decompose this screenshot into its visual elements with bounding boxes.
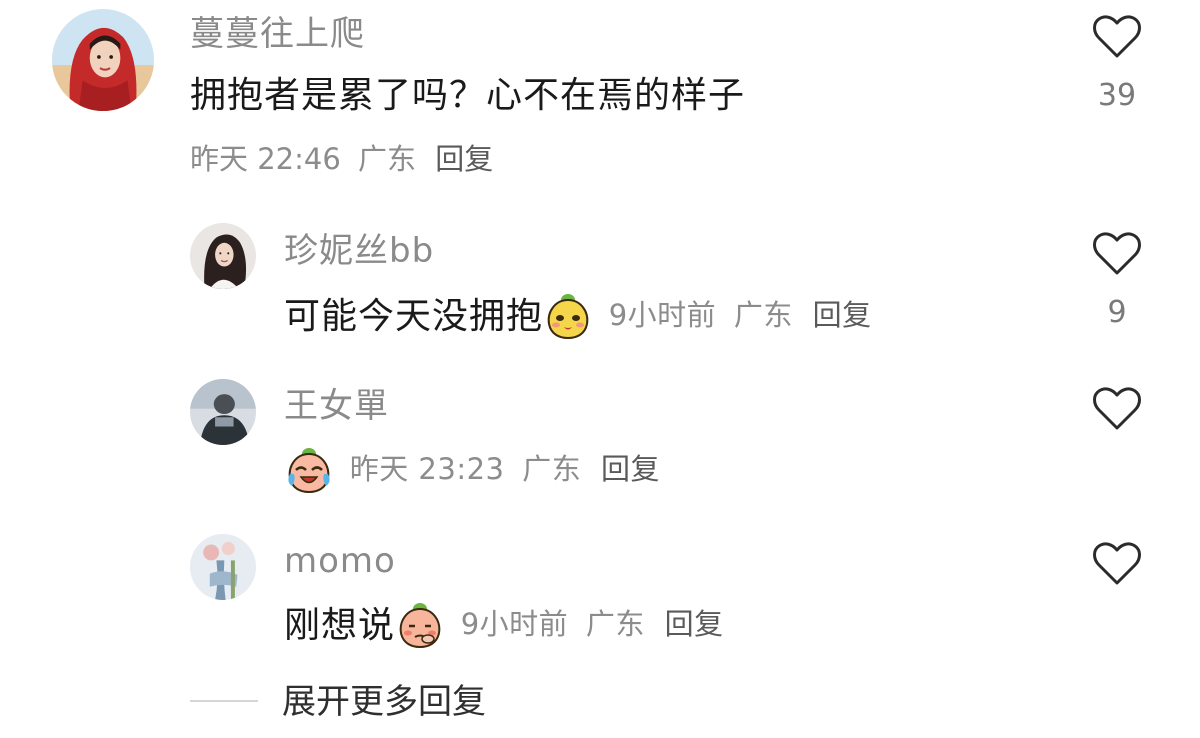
- heart-outline-icon: [1093, 232, 1141, 275]
- reply-button[interactable]: 回复: [665, 607, 724, 641]
- comment-username[interactable]: 蔓蔓往上爬: [190, 14, 365, 54]
- flowers-avatar-icon: [190, 534, 256, 600]
- woman-red-scarf-avatar-icon: [52, 9, 154, 111]
- reply-button[interactable]: 回复: [435, 142, 493, 176]
- peach-shy-emoji-icon: [395, 599, 445, 649]
- like-button[interactable]: [1092, 541, 1142, 587]
- reply-meta: 9小时前 广东 回复: [451, 607, 724, 641]
- woman-dark-hair-avatar-icon: [190, 223, 256, 289]
- like-button[interactable]: [1092, 231, 1142, 277]
- heart-outline-icon: [1093, 387, 1141, 430]
- avatar[interactable]: [190, 223, 256, 289]
- reply-time: 昨天 23:23: [349, 452, 505, 486]
- comment-thread: 蔓蔓往上爬 拥抱者是累了吗？心不在焉的样子 昨天 22:46 广东 回复 39 …: [0, 0, 1200, 738]
- comment-location: 广东: [358, 142, 417, 176]
- reply-text-row: 昨天 23:23 广东 回复: [284, 444, 660, 494]
- reply-username[interactable]: 珍妮丝bb: [284, 231, 434, 271]
- comment-time: 昨天 22:46: [190, 142, 341, 176]
- avatar[interactable]: [190, 534, 256, 600]
- reply-time: 9小时前: [608, 298, 717, 332]
- heart-outline-icon: [1093, 15, 1141, 58]
- comment-text: 拥抱者是累了吗？心不在焉的样子: [190, 75, 746, 116]
- avatar[interactable]: [190, 379, 256, 445]
- reply-meta: 昨天 23:23 广东 回复: [340, 452, 660, 486]
- expand-divider: [190, 700, 258, 702]
- reply-location: 广东: [585, 607, 645, 641]
- reply-time: 9小时前: [460, 607, 569, 641]
- reply-location: 广东: [522, 452, 582, 486]
- person-gray-avatar-icon: [190, 379, 256, 445]
- like-button[interactable]: [1092, 14, 1142, 60]
- avatar[interactable]: [52, 9, 154, 111]
- reply-text: 可能今天没拥抱: [284, 296, 544, 337]
- comment-meta: 昨天 22:46 广东 回复: [190, 141, 493, 177]
- like-count: 39: [1097, 78, 1137, 113]
- reply-location: 广东: [733, 298, 793, 332]
- reply-username[interactable]: 王女單: [284, 386, 389, 426]
- like-count: 9: [1107, 295, 1127, 330]
- peach-crying-laughing-emoji-icon: [284, 444, 334, 494]
- heart-outline-icon: [1093, 542, 1141, 585]
- reply-text-row: 可能今天没拥抱 9小时前 广东 回复: [284, 290, 872, 340]
- expand-more-replies-button[interactable]: 展开更多回复: [282, 680, 486, 724]
- reply-text-row: 刚想说 9小时前 广东 回复: [284, 599, 724, 649]
- reply-text: 刚想说: [284, 605, 396, 646]
- yellow-peach-smirk-emoji-icon: [543, 290, 593, 340]
- reply-button[interactable]: 回复: [601, 452, 660, 486]
- like-button[interactable]: [1092, 386, 1142, 432]
- reply-username[interactable]: momo: [284, 541, 396, 581]
- reply-meta: 9小时前 广东 回复: [599, 298, 872, 332]
- reply-button[interactable]: 回复: [813, 298, 872, 332]
